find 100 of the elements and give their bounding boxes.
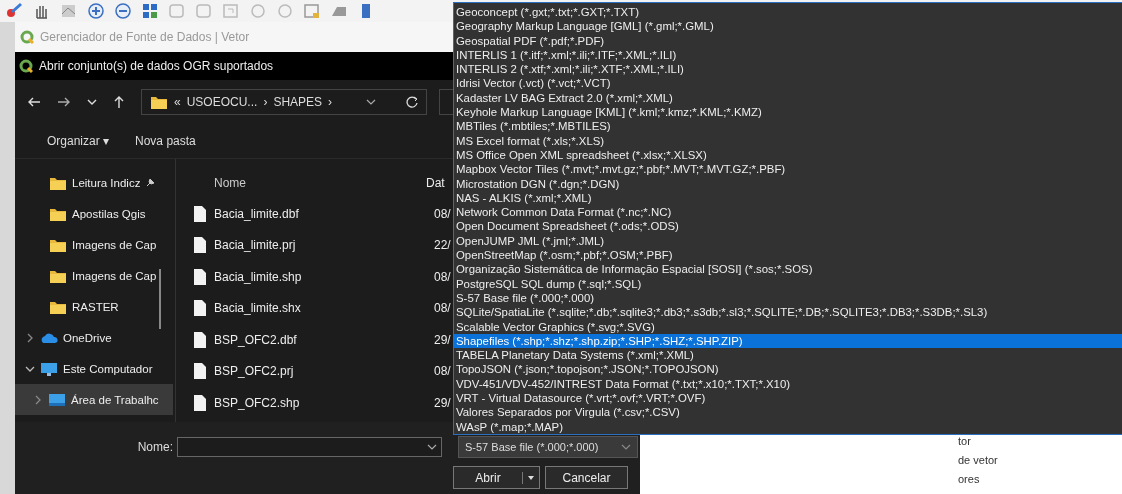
sidebar-item[interactable]: Imagens de Cap xyxy=(15,260,173,291)
format-option[interactable]: Geography Markup Language [GML] (*.gml;*.GML) xyxy=(454,19,1122,34)
file-icon xyxy=(194,363,206,380)
file-icon xyxy=(194,205,206,222)
zoom-in-icon[interactable] xyxy=(87,2,105,20)
file-date: 29/ xyxy=(434,395,451,410)
breadcrumb[interactable]: › xyxy=(328,95,333,109)
format-option[interactable]: PostgreSQL SQL dump (*.sql;*.SQL) xyxy=(454,276,1122,291)
chevron-right-icon xyxy=(33,394,43,405)
file-name[interactable]: Bacia_limite.shx xyxy=(214,301,426,316)
sidebar-item[interactable]: Leitura Indicz xyxy=(15,167,173,198)
file-date: 08/ xyxy=(434,269,451,284)
name-label: Nome: xyxy=(136,440,173,454)
format-option[interactable]: INTERLIS 2 (*.xtf;*.xml;*.ili;*.XTF;*.XML;*.ILI) xyxy=(454,62,1122,77)
chevron-down-icon xyxy=(427,443,437,451)
format-option[interactable]: Scalable Vector Graphics (*.svg;*.SVG) xyxy=(454,319,1122,334)
file-date: 08/ xyxy=(434,301,451,316)
qgis-logo-icon xyxy=(19,59,33,73)
file-icon xyxy=(194,300,206,317)
file-icon xyxy=(194,331,206,348)
list-item[interactable]: de vetor xyxy=(958,454,1122,473)
format-option[interactable]: Organização Sistemática de Informação Espacial [SOSI] (*.sos;*.SOS) xyxy=(454,262,1122,277)
open-button[interactable]: Abrir xyxy=(453,466,540,489)
format-option[interactable]: WAsP (*.map;*.MAP) xyxy=(454,419,1122,434)
zoom-out-icon[interactable] xyxy=(114,2,132,20)
format-option[interactable]: Geoconcept (*.gxt;*.txt;*.GXT;*.TXT) xyxy=(454,5,1122,20)
monitor-icon xyxy=(40,360,58,377)
column-header[interactable]: Dat xyxy=(426,175,445,190)
format-option[interactable]: Shapefiles (*.shp;*.shz;*.shp.zip;*.SHP;*.SHZ;*.SHP.ZIP) xyxy=(454,333,1122,349)
breadcrumb[interactable]: SHAPES xyxy=(273,95,323,109)
sidebar-item[interactable]: RASTER xyxy=(15,291,173,322)
sidebar-item[interactable]: Área de Trabalhc xyxy=(15,384,173,415)
back-arrow-icon xyxy=(27,96,41,108)
file-name[interactable]: Bacia_limite.shp xyxy=(214,269,426,284)
format-option[interactable]: INTERLIS 1 (*.itf;*.xml;*.ili;*.ITF;*.XML;*.ILI) xyxy=(454,47,1122,63)
format-option[interactable]: S-57 Base file (*.000;*.000) xyxy=(454,290,1122,306)
pin-icon xyxy=(145,177,156,188)
sidebar-item[interactable]: Apostilas Qgis xyxy=(15,198,173,229)
format-option[interactable]: Microstation DGN (*.dgn;*.DGN) xyxy=(454,176,1122,191)
file-name[interactable]: Bacia_limite.prj xyxy=(214,238,426,253)
cancel-button[interactable]: Cancelar xyxy=(545,466,628,489)
zoom-full-icon[interactable] xyxy=(141,2,159,20)
format-option[interactable]: Network Common Data Format (*.nc;*.NC) xyxy=(454,205,1122,220)
file-date: 22/ xyxy=(434,238,451,253)
chevron-right-icon xyxy=(25,332,35,343)
format-option[interactable]: MS Excel format (*.xls;*.XLS) xyxy=(454,133,1122,148)
breadcrumb[interactable]: « xyxy=(174,95,181,109)
list-item[interactable]: ores xyxy=(958,473,1122,492)
file-icon xyxy=(194,237,206,254)
format-option[interactable]: Keyhole Markup Language [KML] (*.kml;*.kmz;*.KML;*.KMZ) xyxy=(454,105,1122,120)
pan-map-icon[interactable] xyxy=(60,2,78,20)
up-arrow-icon xyxy=(113,95,125,109)
forward-arrow-icon xyxy=(57,96,71,108)
format-option[interactable]: OpenJUMP JML (*.jml;*.JML) xyxy=(454,233,1122,249)
window-title: Gerenciador de Fonte de Dados | Vetor xyxy=(40,30,250,44)
format-option[interactable]: NAS - ALKIS (*.xml;*.XML) xyxy=(454,190,1122,206)
format-option[interactable]: Valores Separados por Virgula (*.csv;*.CSV) xyxy=(454,405,1122,420)
desktop-icon xyxy=(48,391,66,408)
refresh-icon xyxy=(406,96,418,108)
file-date: 08/ xyxy=(434,364,451,379)
pencil-icon[interactable] xyxy=(6,2,24,20)
format-option[interactable]: TABELA Planetary Data Systems (*.xml;*.XML) xyxy=(454,348,1122,363)
column-header[interactable]: Nome xyxy=(214,175,426,190)
file-type-dropdown[interactable]: S-57 Base file (*.000;*.000) xyxy=(458,436,638,458)
file-name[interactable]: BSP_OFC2.prj xyxy=(214,364,426,379)
chevron-down-icon xyxy=(621,443,631,451)
chevron-down-icon xyxy=(87,98,97,106)
format-option[interactable]: Open Document Spreadsheet (*.ods;*.ODS) xyxy=(454,219,1122,234)
format-option[interactable]: MS Office Open XML spreadsheet (*.xlsx;*.XLSX) xyxy=(454,147,1122,163)
format-option[interactable]: Idrisi Vector (.vct) (*.vct;*.VCT) xyxy=(454,76,1122,91)
format-option[interactable]: SQLite/SpatiaLite (*.sqlite;*.db;*.sqlite3;*.db3;*.s3db;*.sl3;*.SQLITE;*.DB;*.SQLITE3;*.DB3;*.S3DB;*.SL3) xyxy=(454,305,1122,320)
breadcrumb[interactable]: USOEOCU... xyxy=(186,95,258,109)
breadcrumb[interactable]: › xyxy=(263,95,268,109)
toolbar-button[interactable]: Organizar ▾ xyxy=(47,134,110,148)
file-date: 29/ xyxy=(434,332,451,347)
file-name[interactable]: BSP_OFC2.dbf xyxy=(214,332,426,347)
file-icon xyxy=(194,394,206,411)
format-option[interactable]: VRT - Virtual Datasource (*.vrt;*.ovf;*.VRT;*.OVF) xyxy=(454,391,1122,406)
format-option[interactable]: Mapbox Vector Tiles (*.mvt;*.mvt.gz;*.pbf;*.MVT;*.MVT.GZ;*.PBF) xyxy=(454,162,1122,177)
name-field[interactable] xyxy=(177,437,442,457)
address-bar[interactable]: « USOEOCU... › SHAPES › xyxy=(141,89,427,115)
format-option[interactable]: OpenStreetMap (*.osm;*.pbf;*.OSM;*.PBF) xyxy=(454,248,1122,263)
format-option[interactable]: Geospatial PDF (*.pdf;*.PDF) xyxy=(454,33,1122,48)
file-date: 08/ xyxy=(434,206,451,221)
file-icon xyxy=(194,268,206,285)
format-option[interactable]: VDV-451/VDV-452/INTREST Data Format (*.txt;*.x10;*.TXT;*.X10) xyxy=(454,376,1122,391)
chevron-down-icon xyxy=(366,98,376,106)
toolbar-button[interactable]: Nova pasta xyxy=(135,134,196,148)
file-name[interactable]: Bacia_limite.dbf xyxy=(214,206,426,221)
format-option[interactable]: TopoJSON (*.json;*.topojson;*.JSON;*.TOPOJSON) xyxy=(454,362,1122,377)
folder-icon xyxy=(150,94,168,110)
sidebar-item[interactable]: Imagens de Cap xyxy=(15,229,173,260)
sidebar-item[interactable]: Este Computador xyxy=(15,353,173,384)
qgis-logo-icon xyxy=(20,30,34,44)
dialog-title: Abrir conjunto(s) de dados OGR suportados xyxy=(39,59,274,73)
file-name[interactable]: BSP_OFC2.shp xyxy=(214,395,426,410)
format-option[interactable]: Kadaster LV BAG Extract 2.0 (*.xml;*.XML) xyxy=(454,90,1122,106)
list-item[interactable]: tor xyxy=(958,435,1122,454)
format-option[interactable]: MBTiles (*.mbtiles;*.MBTILES) xyxy=(454,119,1122,134)
sidebar-item[interactable]: OneDrive xyxy=(15,322,173,353)
